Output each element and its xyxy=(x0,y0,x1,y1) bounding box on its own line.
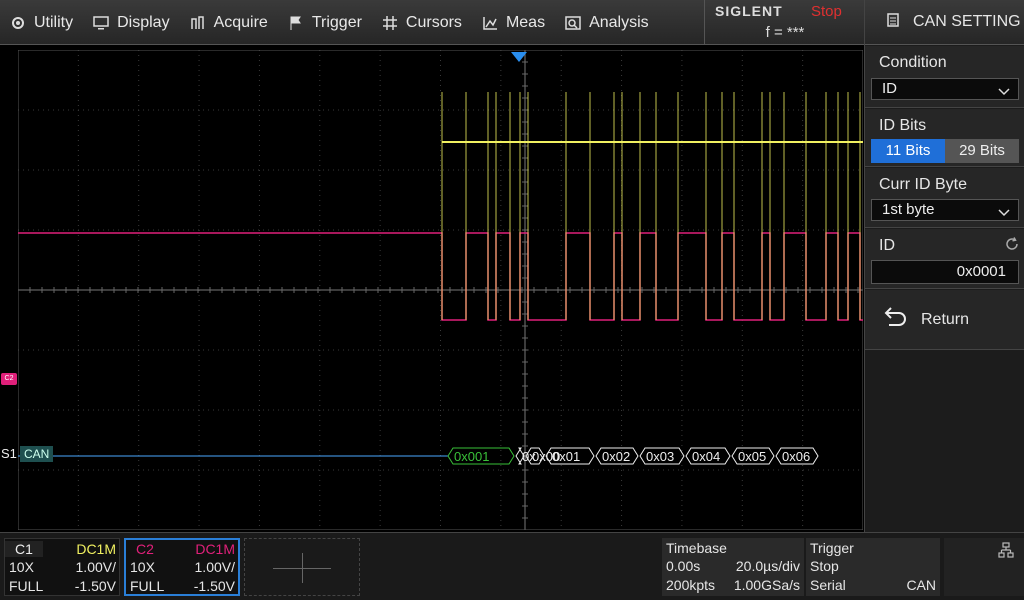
trigger-frequency: f = *** xyxy=(765,24,805,41)
add-channel-slot[interactable] xyxy=(244,538,360,596)
menu-meas[interactable]: Meas xyxy=(472,0,555,45)
ch1-bandwidth: FULL xyxy=(9,578,44,594)
bus-label: S1 xyxy=(1,446,17,461)
gear-icon xyxy=(10,15,26,31)
curr-id-byte-section[interactable]: Curr ID Byte 1st byte xyxy=(865,168,1024,228)
network-icon-area[interactable] xyxy=(944,538,1024,596)
chevron-down-icon xyxy=(998,204,1010,224)
trigger-source: CAN xyxy=(906,577,936,593)
menu-cursors[interactable]: Cursors xyxy=(372,0,472,45)
timebase-box[interactable]: Timebase 0.00s 20.0µs/div 200kpts 1.00GS… xyxy=(662,538,804,596)
menu-utility[interactable]: Utility xyxy=(0,0,83,45)
menu-trigger[interactable]: Trigger xyxy=(278,0,372,45)
channel-2-box[interactable]: C2 DC1M 10X 1.00V/ FULL -1.50V xyxy=(124,538,240,596)
panel-title: CAN SETTING xyxy=(913,13,1021,30)
ch2-bandwidth: FULL xyxy=(130,578,165,594)
monitor-icon xyxy=(93,15,109,31)
bus-frame-label: 0x04 xyxy=(692,449,720,464)
menu-trigger-label: Trigger xyxy=(311,13,362,31)
id-section[interactable]: ID 0x0001 xyxy=(865,229,1024,289)
ch1-probe: 10X xyxy=(9,559,34,575)
run-status[interactable]: Stop xyxy=(811,3,842,20)
trigger-state: Stop xyxy=(810,558,839,574)
menu-analysis[interactable]: Analysis xyxy=(555,0,659,45)
condition-value: ID xyxy=(882,80,897,97)
trigger-position-marker[interactable] xyxy=(511,49,527,67)
waveform-display[interactable]: 0x001 0x 0x00 0x01 0x02 0x03 0x04 0x05 0x06 xyxy=(18,50,863,530)
menu-display[interactable]: Display xyxy=(83,0,179,45)
ch1-name: C1 xyxy=(5,541,43,557)
ch1-offset: -1.50V xyxy=(74,578,116,594)
id-value-field[interactable]: 0x0001 xyxy=(871,260,1019,284)
bus-frame-label: 0x02 xyxy=(602,449,630,464)
menu-acquire[interactable]: Acquire xyxy=(180,0,278,45)
chevron-down-icon xyxy=(998,83,1010,103)
id-bits-toggle: 11 Bits 29 Bits xyxy=(871,139,1019,163)
ch2-name: C2 xyxy=(136,541,154,557)
ch2-probe: 10X xyxy=(130,559,155,575)
trigger-type: Serial xyxy=(810,577,846,593)
id-bits-11-option[interactable]: 11 Bits xyxy=(871,139,945,163)
cursors-icon xyxy=(382,15,398,31)
menu-utility-label: Utility xyxy=(34,13,74,31)
channel-1-box[interactable]: C1 DC1M 10X 1.00V/ FULL -1.50V xyxy=(4,538,120,596)
condition-label: Condition xyxy=(879,54,947,71)
return-arrow-icon xyxy=(883,307,907,332)
id-bits-29-option[interactable]: 29 Bits xyxy=(945,139,1019,163)
brand-status-panel: SIGLENT Stop f = *** xyxy=(704,0,864,45)
condition-section[interactable]: Condition ID xyxy=(865,46,1024,108)
menu-acquire-label: Acquire xyxy=(213,13,268,31)
return-button[interactable]: Return xyxy=(865,290,1024,350)
c2-offset-marker[interactable]: C2 xyxy=(1,373,17,385)
analysis-icon xyxy=(565,15,581,31)
waveform-canvas: 0x001 0x0x000x01 0x02 0x03 0x04 0x05 0x06 xyxy=(18,50,863,530)
ch2-scale: 1.00V/ xyxy=(194,559,235,575)
bus-frame-label: 0x06 xyxy=(782,449,810,464)
id-label: ID xyxy=(879,237,895,254)
bus-frame-label: 0x01 xyxy=(552,449,580,464)
bus-frame-label: 0x03 xyxy=(646,449,674,464)
timebase-scale: 20.0µs/div xyxy=(735,558,800,574)
ch1-coupling: DC1M xyxy=(76,541,116,557)
menu-cursors-label: Cursors xyxy=(405,13,462,31)
ch2-offset: -1.50V xyxy=(193,578,235,594)
timebase-sample-rate: 1.00GSa/s xyxy=(733,577,800,593)
measure-icon xyxy=(482,15,498,31)
network-icon xyxy=(998,542,1014,558)
bus-protocol-tag[interactable]: CAN xyxy=(20,446,54,462)
timebase-delay: 0.00s xyxy=(666,558,701,574)
timebase-title: Timebase xyxy=(666,540,727,556)
trigger-title: Trigger xyxy=(810,540,854,556)
id-bits-label: ID Bits xyxy=(879,117,927,134)
curr-id-byte-select[interactable]: 1st byte xyxy=(871,199,1019,221)
bus-frame-label: 0x001 xyxy=(454,449,489,464)
return-label: Return xyxy=(921,310,970,328)
brand-logo: SIGLENT xyxy=(715,3,783,19)
timebase-memory: 200kpts xyxy=(666,577,716,593)
status-bar: C1 DC1M 10X 1.00V/ FULL -1.50V C2 DC1M 1… xyxy=(0,532,1024,600)
document-icon xyxy=(887,12,899,32)
ch1-scale: 1.00V/ xyxy=(75,559,116,575)
condition-select[interactable]: ID xyxy=(871,78,1019,100)
trigger-box[interactable]: Trigger Stop Serial CAN xyxy=(806,538,940,596)
curr-id-byte-value: 1st byte xyxy=(882,201,935,218)
plus-icon-vertical xyxy=(302,553,303,583)
can-settings-panel: CAN SETTING Condition ID ID Bits 11 Bits… xyxy=(864,0,1024,532)
menu-analysis-label: Analysis xyxy=(589,13,649,31)
adjust-knob-icon xyxy=(1005,237,1019,256)
menu-bar: Utility Display Acquire Trigger Cursors … xyxy=(0,0,704,45)
flag-icon xyxy=(288,15,304,31)
ch2-coupling: DC1M xyxy=(195,541,235,557)
acquire-icon xyxy=(190,15,206,31)
curr-id-byte-label: Curr ID Byte xyxy=(879,176,968,193)
menu-meas-label: Meas xyxy=(505,13,546,31)
menu-display-label: Display xyxy=(117,13,170,31)
bus-frame-label: 0x05 xyxy=(738,449,766,464)
panel-header: CAN SETTING xyxy=(865,0,1024,45)
